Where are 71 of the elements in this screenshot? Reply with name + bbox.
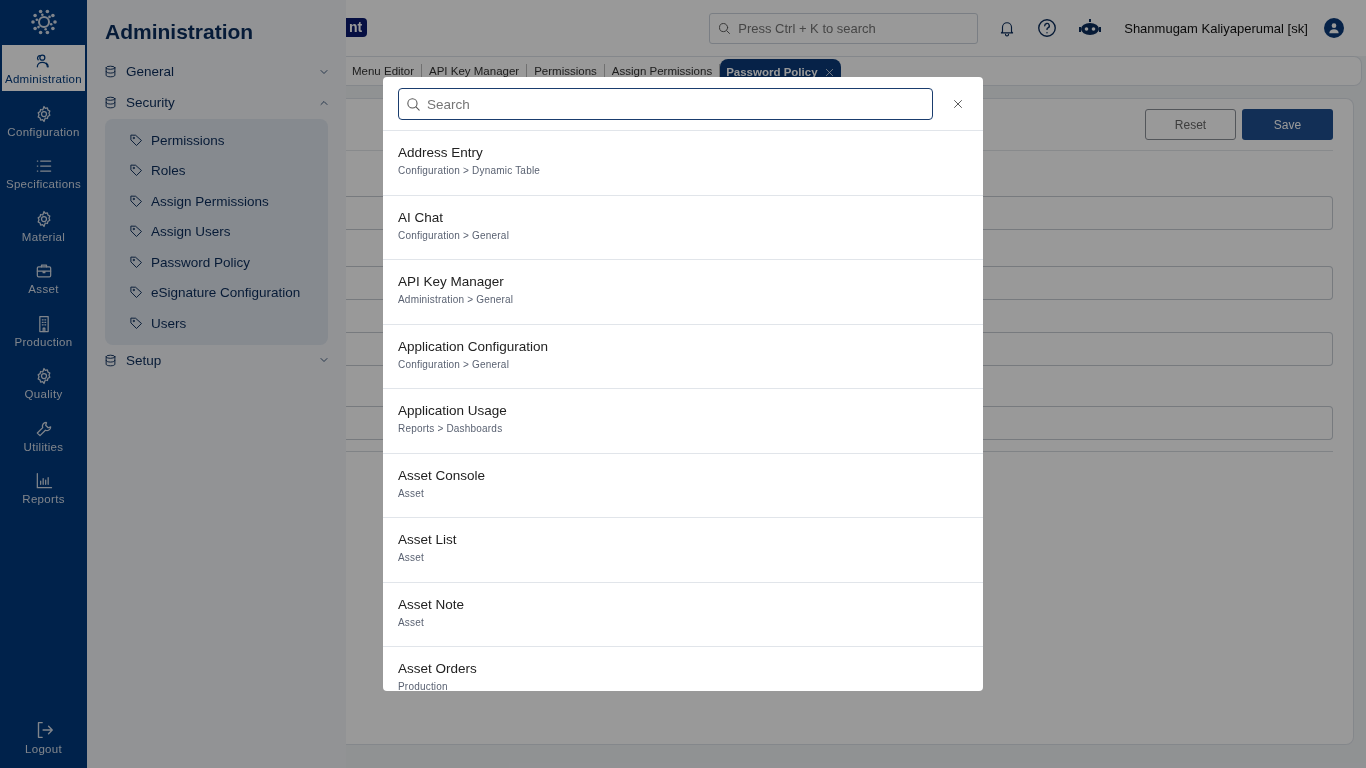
tag-icon	[129, 224, 144, 240]
menu-group[interactable]: General	[103, 56, 330, 87]
result-title: Asset Note	[398, 596, 465, 612]
result-title: Application Usage	[398, 403, 507, 418]
result-title: Asset Orders	[398, 661, 477, 676]
result-title: Address Entry	[398, 145, 483, 160]
save-button[interactable]: Save	[1242, 109, 1333, 140]
rail-item[interactable]: Material	[2, 202, 85, 249]
result-path: Production	[398, 681, 448, 691]
rail-item[interactable]: Specifications	[2, 150, 85, 196]
search-icon	[405, 96, 422, 113]
logout-button[interactable]: Logout	[2, 714, 85, 760]
submenu-item[interactable]: Assign Permissions	[129, 186, 269, 217]
submenu-item[interactable]: Roles	[129, 155, 186, 186]
close-icon	[951, 97, 965, 111]
menu-group[interactable]: Security	[103, 87, 330, 118]
result-path: Configuration > General	[398, 229, 510, 241]
search-result[interactable]: Address Entry Configuration > Dynamic Table	[383, 131, 983, 196]
close-icon[interactable]	[823, 66, 835, 78]
rail-item[interactable]: Utilities	[2, 412, 85, 459]
tag-icon	[129, 132, 144, 148]
result-title: Asset List	[398, 532, 457, 547]
search-icon	[717, 20, 733, 36]
submenu-item[interactable]: Users	[129, 308, 187, 339]
search-result[interactable]: Application Usage Reports > Dashboards	[383, 389, 983, 454]
submenu-item[interactable]: Permissions	[129, 125, 225, 156]
submenu-item[interactable]: Password Policy	[129, 247, 251, 278]
rail-item[interactable]: Production	[2, 307, 85, 354]
result-path: Asset	[398, 552, 424, 563]
database-icon	[103, 352, 118, 368]
search-field[interactable]: Search	[398, 88, 933, 120]
search-result[interactable]: Asset Orders Production	[383, 647, 983, 691]
search-result[interactable]: Asset Console Asset	[383, 453, 983, 518]
menu-group[interactable]: Setup	[103, 344, 330, 376]
search-result[interactable]: Asset List Asset	[383, 518, 983, 583]
app-badge: nt	[346, 17, 368, 37]
rail-item[interactable]: Administration	[2, 45, 85, 91]
result-path: Reports > Dashboards	[398, 423, 503, 434]
search-result[interactable]: Asset Note Asset	[383, 582, 983, 647]
submenu-item[interactable]: Assign Users	[129, 216, 231, 247]
search-result[interactable]: Application Configuration Configuration > General	[383, 324, 983, 389]
result-path: Asset	[398, 616, 424, 628]
tag-icon	[129, 193, 144, 209]
reset-button[interactable]: Reset	[1145, 109, 1236, 140]
search-result[interactable]: AI Chat Configuration > General	[383, 195, 983, 260]
database-icon	[103, 95, 118, 110]
tag-icon	[129, 315, 144, 331]
logo-icon	[29, 8, 58, 36]
user-name: Shanmugam Kaliyaperumal [sk]	[1124, 20, 1308, 36]
tag-icon	[129, 254, 144, 270]
help-icon	[1036, 17, 1059, 39]
avatar-icon[interactable]	[1323, 18, 1344, 38]
result-title: Asset Console	[398, 467, 486, 483]
result-title: Application Configuration	[398, 338, 549, 354]
panel-title: Administration	[105, 20, 255, 44]
rail-item[interactable]: Configuration	[2, 97, 85, 144]
rail-item[interactable]: Reports	[2, 465, 85, 511]
help-button[interactable]	[1036, 17, 1059, 39]
result-path: Asset	[398, 487, 424, 499]
database-icon	[103, 64, 118, 79]
result-title: AI Chat	[398, 209, 444, 225]
rail-item[interactable]: Quality	[2, 360, 85, 406]
result-path: Configuration > Dynamic Table	[398, 165, 541, 176]
tag-icon	[129, 285, 144, 301]
tag-icon	[129, 163, 144, 179]
rail-item[interactable]: Asset	[2, 255, 85, 301]
result-title: API Key Manager	[398, 274, 504, 289]
result-path: Administration > General	[398, 294, 514, 305]
result-path: Configuration > General	[398, 358, 510, 370]
search-result[interactable]: API Key Manager Administration > General	[383, 260, 983, 325]
submenu-item[interactable]: eSignature Configuration	[129, 277, 301, 308]
